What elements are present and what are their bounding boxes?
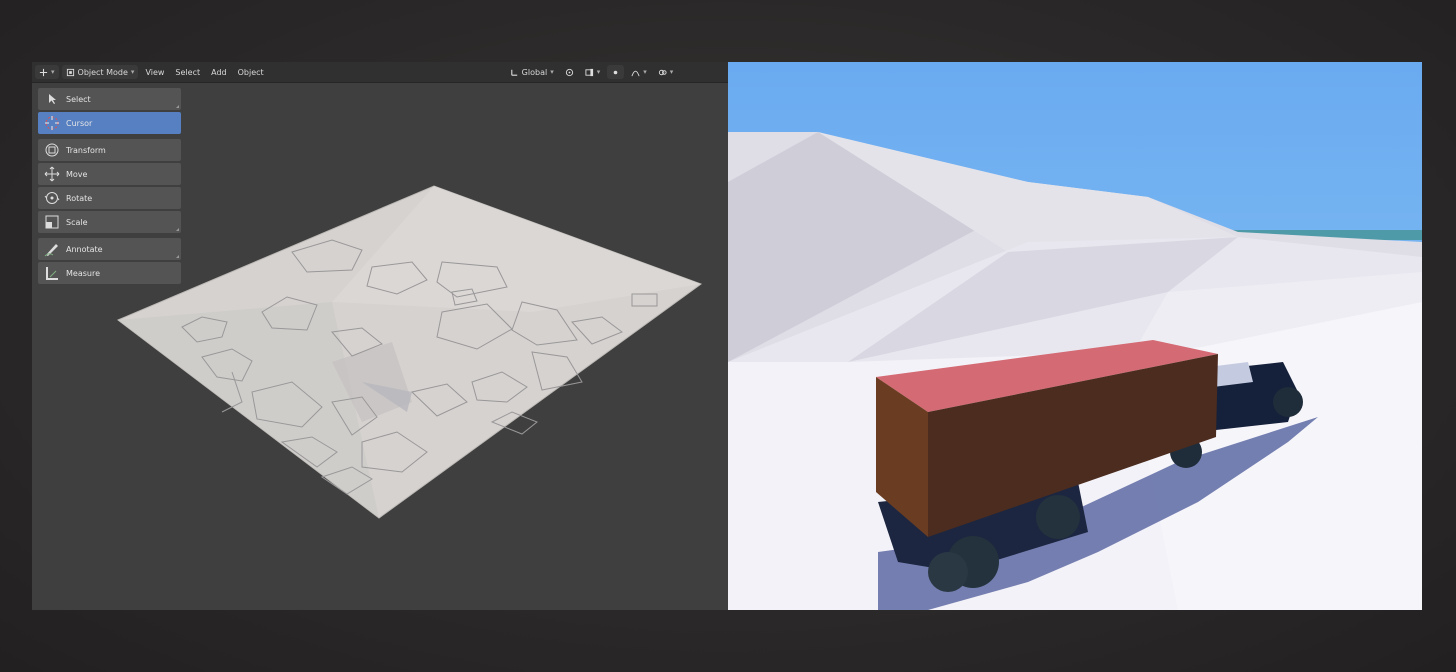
orientation-dropdown[interactable]: Global ▾ bbox=[506, 65, 558, 79]
snap-icon bbox=[585, 68, 593, 76]
tool-label: Scale bbox=[66, 217, 88, 227]
tool-scale[interactable]: Scale bbox=[38, 211, 181, 233]
menu-select[interactable]: Select bbox=[171, 65, 204, 79]
tool-label: Cursor bbox=[66, 118, 93, 128]
tool-label: Annotate bbox=[66, 244, 103, 254]
editor-type-button[interactable]: ▾ bbox=[35, 65, 59, 79]
menu-add[interactable]: Add bbox=[207, 65, 231, 79]
object-mode-icon bbox=[66, 68, 74, 76]
tool-label: Transform bbox=[66, 145, 106, 155]
falloff-curve-icon bbox=[631, 70, 640, 76]
scale-icon bbox=[45, 215, 59, 229]
proportional-edit-toggle[interactable] bbox=[607, 65, 625, 79]
tool-annotate[interactable]: Annotate bbox=[38, 238, 181, 260]
chevron-down-icon: ▾ bbox=[596, 68, 601, 76]
snap-target-button[interactable]: ▾ bbox=[581, 65, 605, 79]
tool-label: Move bbox=[66, 169, 88, 179]
chevron-down-icon: ▾ bbox=[669, 68, 674, 76]
tool-select[interactable]: Select bbox=[38, 88, 181, 110]
tool-label: Measure bbox=[66, 268, 100, 278]
screenshot-frame: ▾ Object Mode ▾ View Select Add Object G… bbox=[32, 62, 1422, 610]
measure-icon bbox=[46, 267, 58, 280]
tool-rotate[interactable]: Rotate bbox=[38, 187, 181, 209]
chevron-down-icon: ▾ bbox=[550, 68, 554, 76]
render-preview bbox=[728, 62, 1422, 610]
tool-move[interactable]: Move bbox=[38, 163, 181, 185]
orientation-label: Global bbox=[521, 67, 548, 77]
chevron-down-icon: ▾ bbox=[51, 68, 55, 76]
annotate-icon bbox=[44, 244, 58, 257]
tool-cursor[interactable]: Cursor bbox=[38, 112, 181, 134]
tool-shelf: Select Cursor Transform Move Rotate Scal… bbox=[38, 88, 181, 286]
pivot-button[interactable] bbox=[561, 65, 578, 79]
falloff-dropdown[interactable]: ▾ bbox=[627, 65, 651, 79]
menu-view-label: View bbox=[145, 67, 165, 77]
axes-icon bbox=[510, 69, 517, 76]
chevron-down-icon: ▾ bbox=[130, 68, 135, 76]
proportional-edit-icon bbox=[613, 70, 618, 74]
cursor-icon bbox=[45, 116, 59, 130]
mode-dropdown[interactable]: Object Mode ▾ bbox=[61, 65, 139, 79]
viewport-header: ▾ Object Mode ▾ View Select Add Object G… bbox=[32, 62, 728, 83]
transform-icon bbox=[45, 143, 59, 157]
rotate-icon bbox=[44, 192, 60, 204]
menu-select-label: Select bbox=[175, 67, 201, 77]
menu-object[interactable]: Object bbox=[234, 65, 268, 79]
select-arrow-icon bbox=[49, 94, 56, 104]
pivot-icon bbox=[565, 68, 573, 76]
tool-transform[interactable]: Transform bbox=[38, 139, 181, 161]
editor-type-icon bbox=[39, 68, 48, 76]
3d-viewport[interactable]: ▾ Object Mode ▾ View Select Add Object G… bbox=[32, 62, 728, 610]
tool-label: Select bbox=[66, 94, 91, 104]
overlays-dropdown[interactable]: ▾ bbox=[654, 65, 678, 79]
menu-view[interactable]: View bbox=[141, 65, 168, 79]
chevron-down-icon: ▾ bbox=[643, 68, 647, 76]
menu-object-label: Object bbox=[237, 67, 264, 77]
mode-label: Object Mode bbox=[77, 67, 128, 77]
tool-measure[interactable]: Measure bbox=[38, 262, 181, 284]
move-icon bbox=[44, 166, 60, 182]
link-icon bbox=[658, 69, 667, 75]
tool-label: Rotate bbox=[66, 193, 93, 203]
menu-add-label: Add bbox=[211, 67, 227, 77]
snow-scene-render bbox=[728, 62, 1422, 610]
